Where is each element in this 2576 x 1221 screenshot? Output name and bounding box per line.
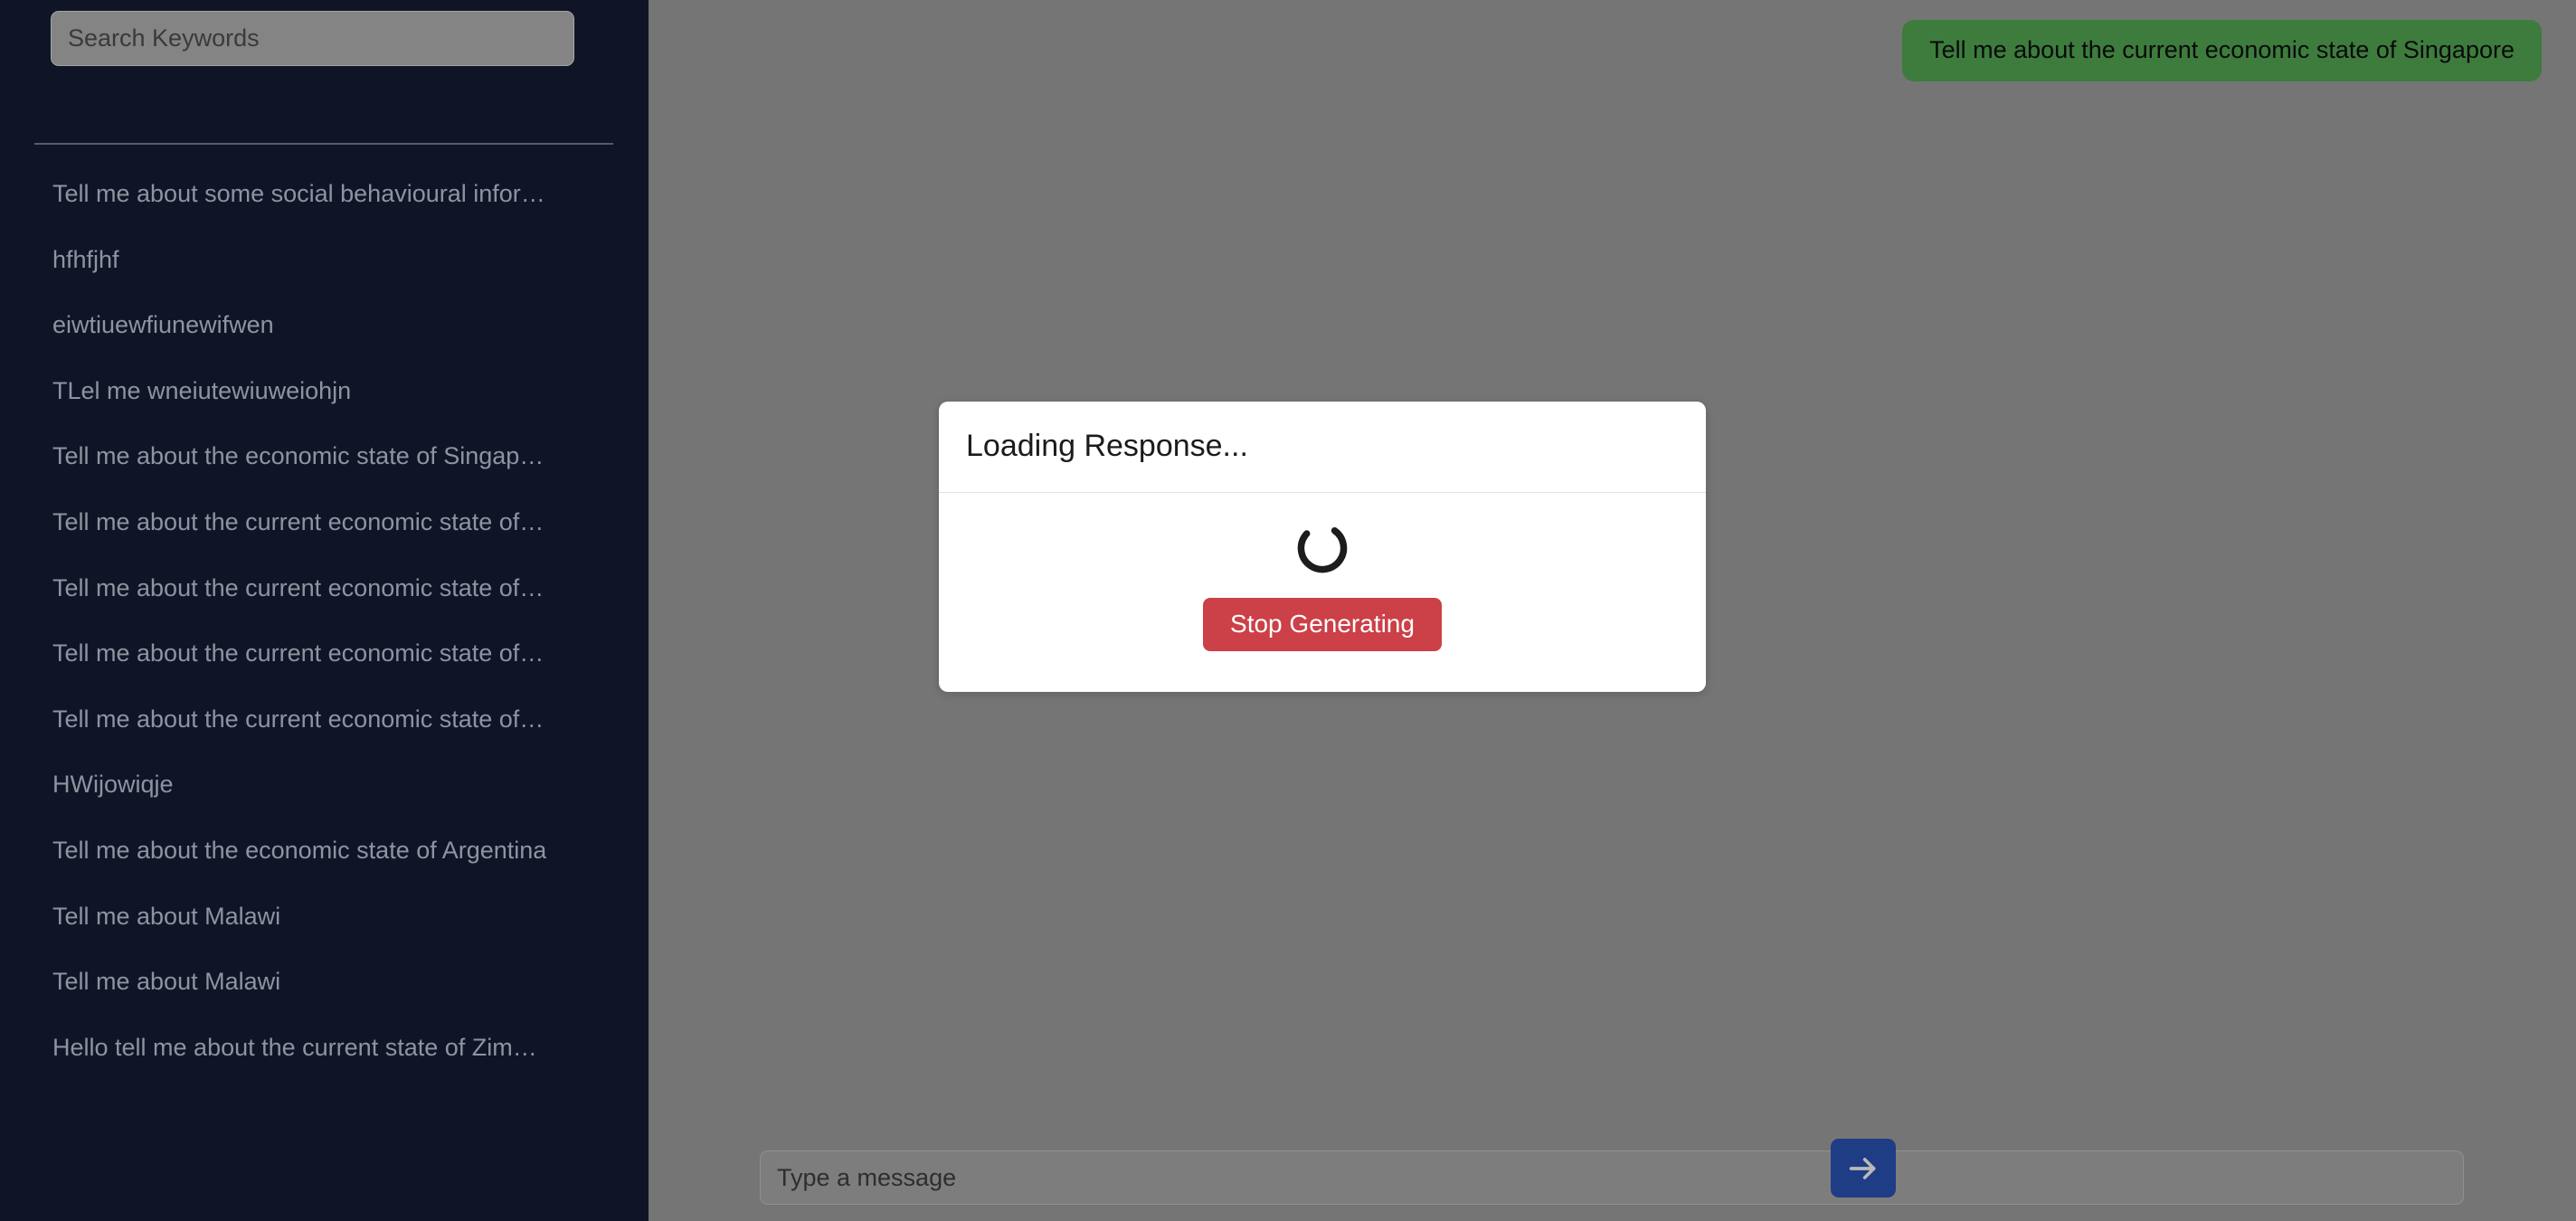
chat-history-item[interactable]: Tell me about Malawi (0, 949, 649, 1015)
chat-history-item-label: Tell me about the current economic state… (52, 573, 545, 601)
chat-history-item-label: Tell me about the current economic state… (52, 639, 545, 667)
stop-generating-button[interactable]: Stop Generating (1203, 598, 1442, 651)
chat-history-item[interactable]: Hello tell me about the current state of… (0, 1015, 649, 1081)
chat-history-item-label: eiwtiuewfiunewifwen (52, 311, 274, 339)
app-root: Tell me about some social behavioural in… (0, 0, 2576, 1221)
chat-history-item[interactable]: Tell me about the current economic state… (0, 555, 649, 621)
chat-history-item[interactable]: HWijowiqje (0, 752, 649, 818)
chat-history-item[interactable]: Tell me about the economic state of Sing… (0, 423, 649, 489)
chat-history-item-label: Tell me about some social behavioural in… (52, 180, 545, 208)
chat-history-item[interactable]: Tell me about Malawi (0, 884, 649, 950)
chat-history-list[interactable]: Tell me about some social behavioural in… (0, 161, 649, 1221)
arrow-right-icon (1845, 1150, 1881, 1187)
modal-header: Loading Response... (939, 402, 1706, 493)
message-row: Tell me about the current economic state… (649, 0, 2576, 81)
chat-history-item-label: Tell me about Malawi (52, 902, 281, 930)
chat-history-item[interactable]: Tell me about some social behavioural in… (0, 161, 649, 227)
chat-history-item-label: HWijowiqje (52, 771, 174, 799)
chat-history-item[interactable]: Tell me about the current economic state… (0, 620, 649, 686)
chat-history-item-label: Tell me about the current economic state… (52, 705, 545, 733)
chat-history-item-label: Tell me about Malawi (52, 968, 281, 996)
chat-history-item-label: Hello tell me about the current state of… (52, 1033, 537, 1061)
loading-response-modal: Loading Response... Stop Generating (939, 402, 1706, 692)
sidebar: Tell me about some social behavioural in… (0, 0, 649, 1221)
chat-history-item[interactable]: TLel me wneiutewiuweiohjn (0, 358, 649, 424)
message-composer (649, 1112, 2576, 1221)
search-input[interactable] (51, 11, 574, 66)
send-button[interactable] (1831, 1139, 1896, 1197)
user-message-bubble: Tell me about the current economic state… (1902, 20, 2542, 81)
search-field-wrapper (51, 11, 574, 66)
chat-history-item[interactable]: hfhfjhf (0, 227, 649, 293)
chat-history-item[interactable]: Tell me about the current economic state… (0, 489, 649, 555)
message-input[interactable] (760, 1150, 2464, 1205)
sidebar-divider (34, 143, 613, 145)
chat-history-item-label: Tell me about the current economic state… (52, 508, 545, 536)
chat-history-item-label: TLel me wneiutewiuweiohjn (52, 376, 352, 404)
chat-history-item[interactable]: Tell me about the economic state of Arge… (0, 818, 649, 884)
chat-history-item-label: Tell me about the economic state of Sing… (52, 442, 545, 470)
chat-history-item[interactable]: Tell me about the current economic state… (0, 686, 649, 752)
modal-title: Loading Response... (966, 429, 1248, 464)
loading-spinner-icon (1294, 520, 1350, 576)
chat-history-item-label: hfhfjhf (52, 245, 119, 273)
chat-history-item[interactable]: eiwtiuewfiunewifwen (0, 292, 649, 358)
modal-body: Stop Generating (939, 493, 1706, 691)
chat-history-item-label: Tell me about the economic state of Arge… (52, 837, 547, 865)
